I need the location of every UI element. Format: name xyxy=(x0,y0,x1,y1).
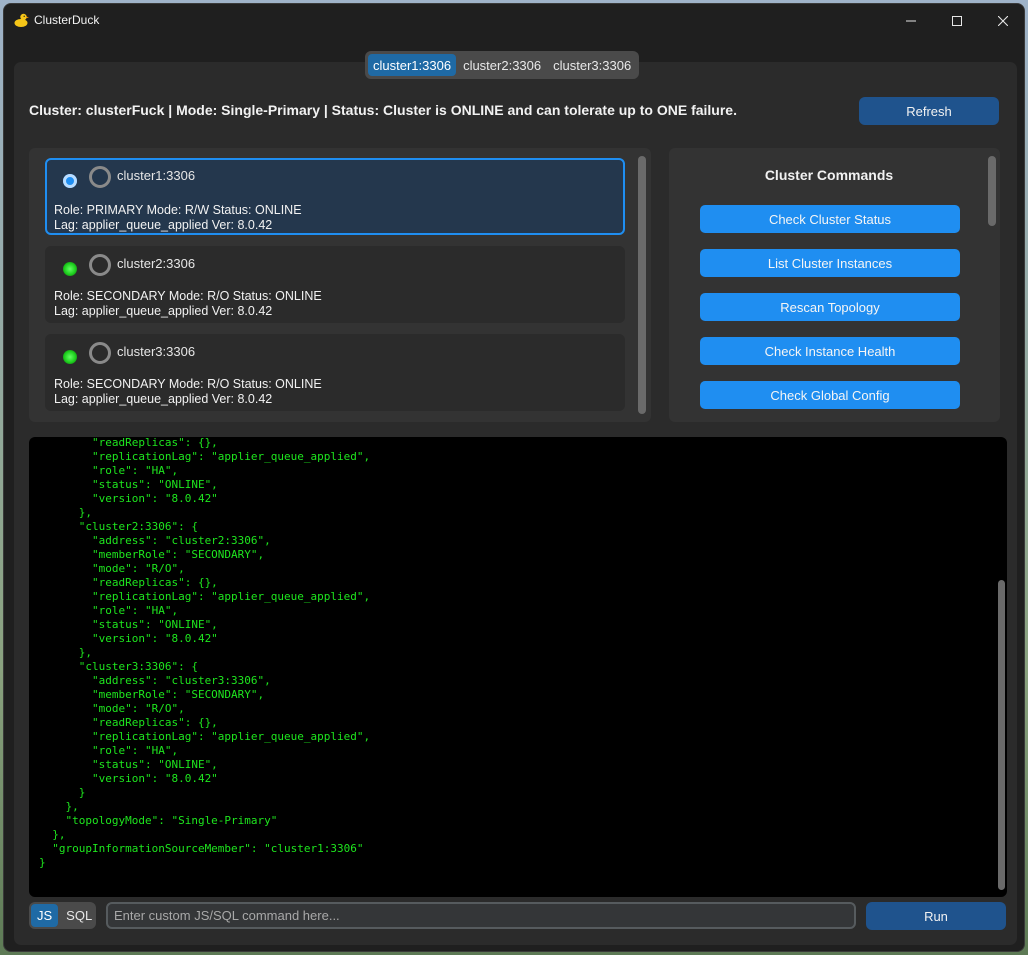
cluster-tab-selector: cluster1:3306 cluster2:3306 cluster3:330… xyxy=(365,51,640,79)
close-button[interactable] xyxy=(980,4,1024,37)
status-indicator-icon xyxy=(63,174,77,188)
instance-card-cluster2[interactable]: cluster2:3306 Role: SECONDARY Mode: R/O … xyxy=(45,246,625,323)
refresh-button[interactable]: Refresh xyxy=(859,97,999,125)
list-cluster-instances-button[interactable]: List Cluster Instances xyxy=(700,249,960,277)
instance-card-cluster3[interactable]: cluster3:3306 Role: SECONDARY Mode: R/O … xyxy=(45,334,625,411)
tab-cluster2[interactable]: cluster2:3306 xyxy=(458,54,546,76)
tab-cluster3[interactable]: cluster3:3306 xyxy=(548,54,636,76)
instance-list-scrollbar[interactable] xyxy=(638,156,646,414)
instance-details: Role: PRIMARY Mode: R/W Status: ONLINE xyxy=(54,203,302,217)
instance-list-panel: cluster1:3306 Role: PRIMARY Mode: R/W St… xyxy=(29,148,651,422)
status-indicator-icon xyxy=(63,262,77,276)
instance-card-cluster1[interactable]: cluster1:3306 Role: PRIMARY Mode: R/W St… xyxy=(45,158,625,235)
commands-scrollbar[interactable] xyxy=(988,156,996,226)
radio-button[interactable] xyxy=(89,342,111,364)
mode-sql-button[interactable]: SQL xyxy=(60,904,98,927)
instance-name: cluster2:3306 xyxy=(117,256,196,271)
mode-js-button[interactable]: JS xyxy=(31,904,59,927)
cluster-status-info: Cluster: clusterFuck | Mode: Single-Prim… xyxy=(29,102,737,118)
check-instance-health-button[interactable]: Check Instance Health xyxy=(700,337,960,365)
instance-lag: Lag: applier_queue_applied Ver: 8.0.42 xyxy=(54,304,273,318)
rescan-topology-button[interactable]: Rescan Topology xyxy=(700,293,960,321)
close-icon xyxy=(998,15,1008,26)
radio-button[interactable] xyxy=(89,254,111,276)
instance-details: Role: SECONDARY Mode: R/O Status: ONLINE xyxy=(54,377,322,391)
console-output: "readReplicas": {}, "replicationLag": "a… xyxy=(39,437,371,869)
maximize-button[interactable] xyxy=(934,4,980,37)
instance-details: Role: SECONDARY Mode: R/O Status: ONLINE xyxy=(54,289,322,303)
check-global-config-button[interactable]: Check Global Config xyxy=(700,381,960,409)
maximize-icon xyxy=(952,15,962,26)
run-button[interactable]: Run xyxy=(866,902,1006,930)
duck-icon xyxy=(14,13,29,27)
window-title: ClusterDuck xyxy=(34,13,100,27)
command-input[interactable] xyxy=(106,902,856,929)
instance-lag: Lag: applier_queue_applied Ver: 8.0.42 xyxy=(54,392,273,406)
language-selector: JS SQL xyxy=(29,902,96,929)
cluster-commands-panel: Cluster Commands Check Cluster Status Li… xyxy=(669,148,1000,422)
instance-name: cluster3:3306 xyxy=(117,344,196,359)
radio-button[interactable] xyxy=(89,166,111,188)
status-indicator-icon xyxy=(63,350,77,364)
tab-cluster1[interactable]: cluster1:3306 xyxy=(368,54,457,76)
minimize-button[interactable] xyxy=(888,4,934,37)
title-bar[interactable]: ClusterDuck xyxy=(4,4,1024,37)
console-scrollbar[interactable] xyxy=(998,580,1005,890)
minimize-icon xyxy=(906,20,916,21)
check-cluster-status-button[interactable]: Check Cluster Status xyxy=(700,205,960,233)
instance-name: cluster1:3306 xyxy=(117,168,196,183)
commands-title: Cluster Commands xyxy=(764,167,894,183)
output-console[interactable]: "readReplicas": {}, "replicationLag": "a… xyxy=(29,437,1007,897)
instance-lag: Lag: applier_queue_applied Ver: 8.0.42 xyxy=(54,218,273,232)
